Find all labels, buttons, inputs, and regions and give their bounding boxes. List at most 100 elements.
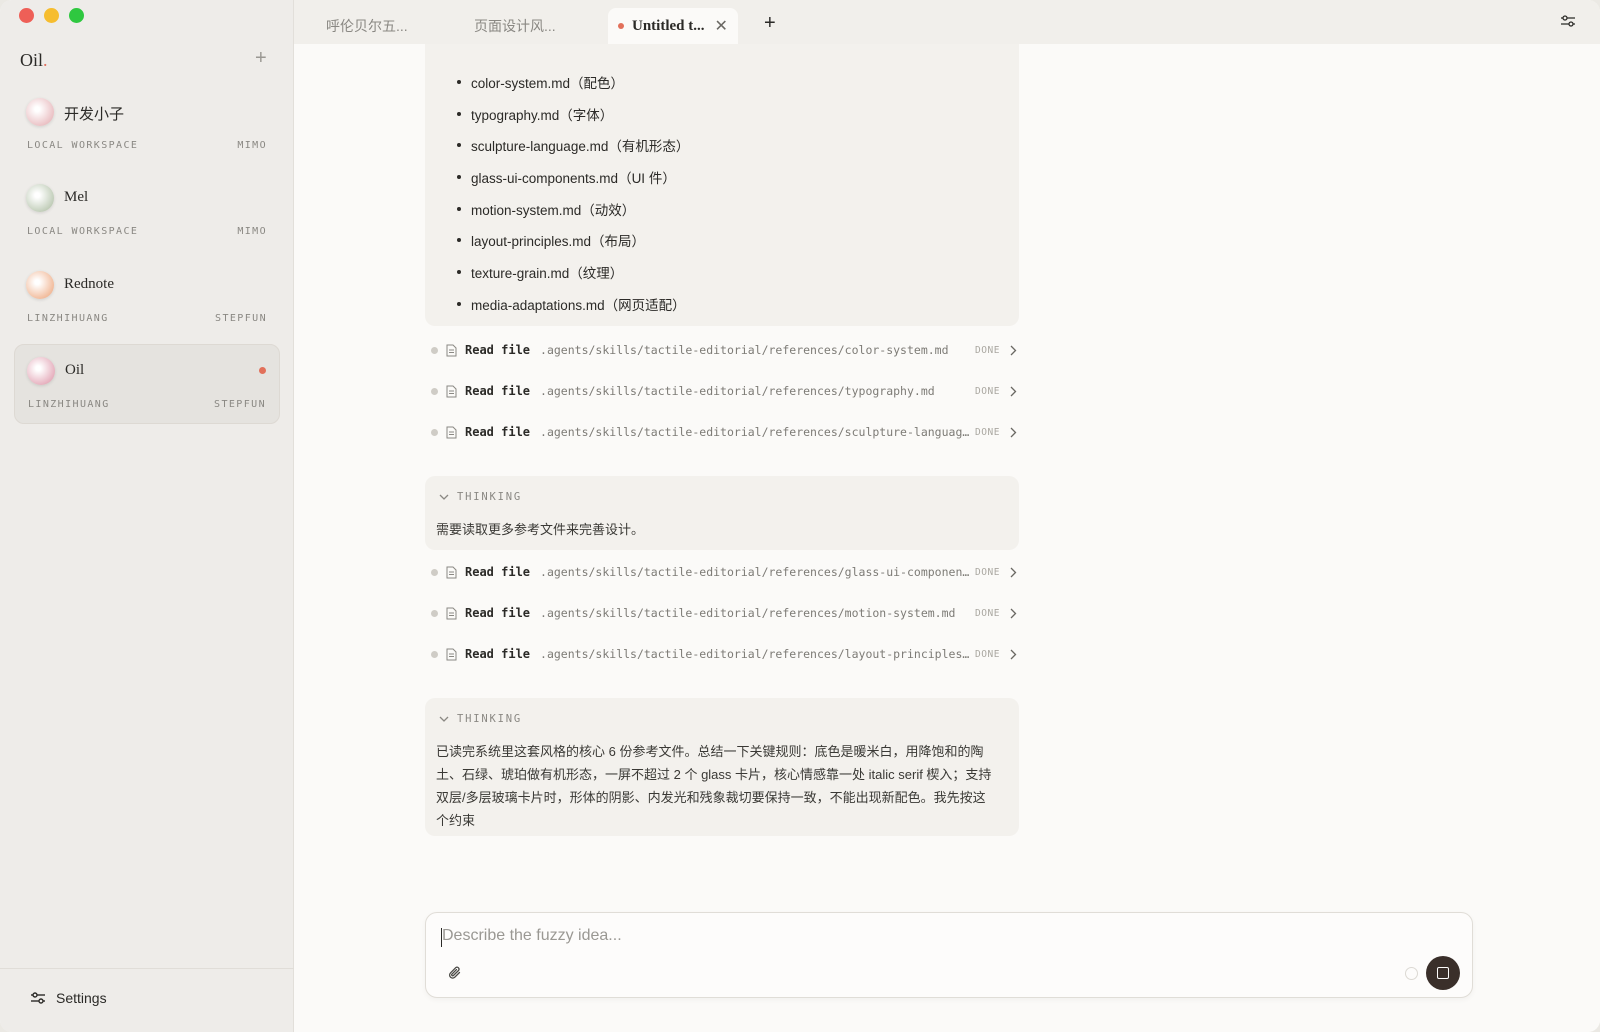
status-badge: DONE bbox=[975, 566, 1000, 578]
tool-path: .agents/skills/tactile-editorial/referen… bbox=[540, 606, 956, 620]
tool-call-row[interactable]: Read file .agents/skills/tactile-editori… bbox=[431, 603, 1031, 623]
paperclip-icon[interactable] bbox=[448, 965, 462, 981]
chat-area: color-system.md（配色） typography.md（字体） sc… bbox=[294, 44, 1600, 1032]
sidebar-divider bbox=[0, 968, 294, 969]
workspace-avatar bbox=[26, 271, 54, 299]
chevron-right-icon[interactable] bbox=[1010, 567, 1017, 578]
workspace-owner: LINZHIHUANG bbox=[27, 313, 109, 324]
tool-verb: Read file bbox=[465, 565, 531, 579]
document-icon bbox=[446, 344, 457, 356]
composer-input[interactable]: Describe the fuzzy idea... bbox=[442, 927, 622, 945]
status-dot bbox=[431, 346, 438, 354]
window-controls bbox=[19, 8, 84, 23]
tab[interactable]: 页面设计风... bbox=[474, 8, 556, 44]
tab-active[interactable]: Untitled t... ✕ bbox=[608, 8, 738, 44]
app-logo: Oil. bbox=[20, 50, 48, 70]
tool-call-row[interactable]: Read file .agents/skills/tactile-editori… bbox=[431, 562, 1031, 582]
thinking-label: THINKING bbox=[457, 491, 522, 503]
settings-label: Settings bbox=[56, 990, 107, 1006]
list-item: media-adaptations.md（网页适配） bbox=[457, 288, 689, 320]
tool-path: .agents/skills/tactile-editorial/referen… bbox=[540, 565, 974, 579]
settings-button[interactable]: Settings bbox=[30, 990, 107, 1006]
loading-indicator bbox=[1405, 967, 1418, 980]
tool-verb: Read file bbox=[465, 425, 531, 439]
maximize-window-button[interactable] bbox=[69, 8, 84, 23]
thinking-label: THINKING bbox=[457, 713, 522, 725]
list-item: typography.md（字体） bbox=[457, 98, 689, 130]
chevron-right-icon[interactable] bbox=[1010, 345, 1017, 356]
file-list: color-system.md（配色） typography.md（字体） sc… bbox=[457, 66, 689, 320]
workspace-item[interactable]: Mel LOCAL WORKSPACE MIMO bbox=[14, 172, 280, 252]
close-window-button[interactable] bbox=[19, 8, 34, 23]
sliders-icon bbox=[31, 992, 45, 1004]
stop-button[interactable] bbox=[1426, 956, 1460, 990]
list-item: texture-grain.md（纹理） bbox=[457, 256, 689, 288]
tool-path: .agents/skills/tactile-editorial/referen… bbox=[540, 384, 935, 398]
workspace-name: Oil bbox=[65, 362, 85, 378]
workspace-item[interactable]: 开发小子 LOCAL WORKSPACE MIMO bbox=[14, 86, 280, 166]
app-window: Oil. + 开发小子 LOCAL WORKSPACE MIMO Mel LOC… bbox=[0, 0, 1600, 1032]
chevron-right-icon[interactable] bbox=[1010, 649, 1017, 660]
workspace-owner: LOCAL WORKSPACE bbox=[27, 140, 139, 151]
message-composer[interactable]: Describe the fuzzy idea... bbox=[425, 912, 1473, 998]
stop-icon bbox=[1437, 967, 1449, 979]
list-item: color-system.md（配色） bbox=[457, 66, 689, 98]
workspace-item[interactable]: Rednote LINZHIHUANG STEPFUN bbox=[14, 259, 280, 339]
status-dot bbox=[431, 428, 438, 436]
chevron-right-icon[interactable] bbox=[1010, 608, 1017, 619]
tool-verb: Read file bbox=[465, 647, 531, 661]
message-card: color-system.md（配色） typography.md（字体） sc… bbox=[425, 44, 1019, 326]
workspace-item-active[interactable]: Oil LINZHIHUANG STEPFUN bbox=[14, 344, 280, 424]
add-workspace-button[interactable]: + bbox=[255, 48, 267, 68]
tab-label: Untitled t... bbox=[632, 17, 705, 34]
workspace-owner: LOCAL WORKSPACE bbox=[27, 226, 139, 237]
thinking-block: THINKING 需要读取更多参考文件来完善设计。 bbox=[425, 476, 1019, 550]
workspace-avatar bbox=[27, 357, 55, 385]
thinking-toggle[interactable]: THINKING bbox=[439, 713, 522, 725]
tab[interactable]: 呼伦贝尔五... bbox=[326, 8, 408, 44]
workspace-owner: LINZHIHUANG bbox=[28, 399, 110, 410]
new-tab-button[interactable]: + bbox=[764, 12, 776, 35]
workspace-model: MIMO bbox=[237, 140, 267, 151]
workspace-avatar bbox=[26, 98, 54, 126]
workspace-model: STEPFUN bbox=[214, 399, 266, 410]
document-icon bbox=[446, 426, 457, 438]
list-item: motion-system.md（动效） bbox=[457, 193, 689, 225]
tool-path: .agents/skills/tactile-editorial/referen… bbox=[540, 425, 974, 439]
minimize-window-button[interactable] bbox=[44, 8, 59, 23]
document-icon bbox=[446, 385, 457, 397]
workspace-name: Rednote bbox=[64, 276, 114, 292]
status-badge: DONE bbox=[975, 648, 1000, 660]
status-badge: DONE bbox=[975, 344, 1000, 356]
tool-call-row[interactable]: Read file .agents/skills/tactile-editori… bbox=[431, 340, 1031, 360]
unsaved-dot bbox=[618, 23, 624, 29]
tool-call-row[interactable]: Read file .agents/skills/tactile-editori… bbox=[431, 381, 1031, 401]
document-icon bbox=[446, 607, 457, 619]
list-item: layout-principles.md（布局） bbox=[457, 224, 689, 256]
sliders-icon[interactable] bbox=[1560, 14, 1576, 28]
chevron-right-icon[interactable] bbox=[1010, 386, 1017, 397]
unread-dot bbox=[259, 367, 266, 374]
tool-call-row[interactable]: Read file .agents/skills/tactile-editori… bbox=[431, 644, 1031, 664]
close-tab-icon[interactable]: ✕ bbox=[715, 16, 728, 36]
chevron-down-icon bbox=[439, 494, 449, 500]
list-item: sculpture-language.md（有机形态） bbox=[457, 129, 689, 161]
status-badge: DONE bbox=[975, 426, 1000, 438]
thinking-block: THINKING 已读完系统里这套风格的核心 6 份参考文件。总结一下关键规则：… bbox=[425, 698, 1019, 836]
document-icon bbox=[446, 566, 457, 578]
thinking-text: 已读完系统里这套风格的核心 6 份参考文件。总结一下关键规则：底色是暖米白，用降… bbox=[436, 744, 992, 828]
tab-label: 呼伦贝尔五... bbox=[326, 18, 408, 34]
workspace-name: Mel bbox=[64, 189, 89, 205]
workspace-avatar bbox=[26, 184, 54, 212]
status-dot bbox=[431, 387, 438, 395]
workspace-model: MIMO bbox=[237, 226, 267, 237]
tool-call-row[interactable]: Read file .agents/skills/tactile-editori… bbox=[431, 422, 1031, 442]
status-dot bbox=[431, 650, 438, 658]
tool-verb: Read file bbox=[465, 606, 531, 620]
list-item: glass-ui-components.md（UI 件） bbox=[457, 161, 689, 193]
chevron-right-icon[interactable] bbox=[1010, 427, 1017, 438]
document-icon bbox=[446, 648, 457, 660]
thinking-toggle[interactable]: THINKING bbox=[439, 491, 522, 503]
thinking-text: 需要读取更多参考文件来完善设计。 bbox=[436, 522, 645, 537]
tool-path: .agents/skills/tactile-editorial/referen… bbox=[540, 647, 974, 661]
